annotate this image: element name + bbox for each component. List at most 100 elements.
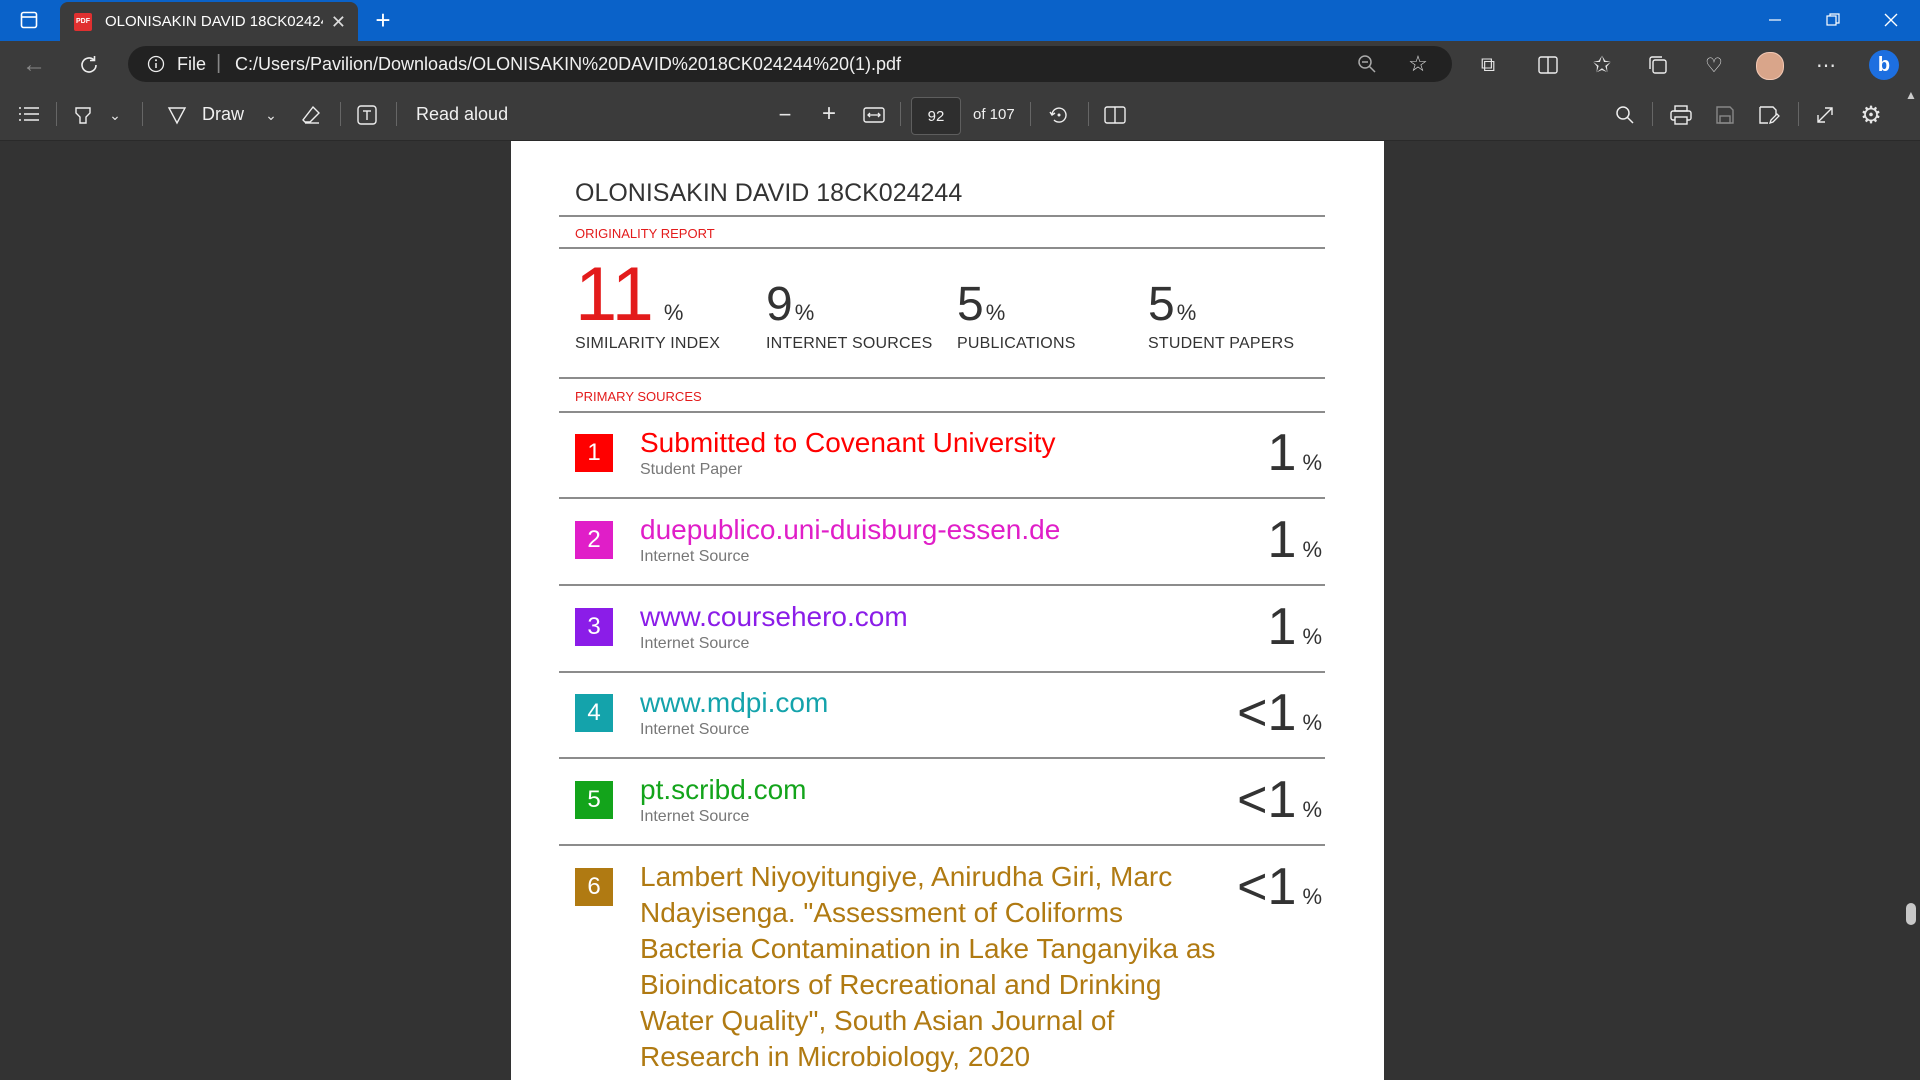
rotate-icon[interactable] <box>1046 102 1072 128</box>
draw-dropdown-icon[interactable]: ⌄ <box>262 104 280 126</box>
save-as-icon[interactable] <box>1756 102 1782 128</box>
pdf-page: OLONISAKIN DAVID 18CK024244 ORIGINALITY … <box>511 141 1384 1080</box>
source-number-badge: 6 <box>575 868 613 906</box>
fit-to-width-icon[interactable] <box>860 102 888 128</box>
source-number-badge: 2 <box>575 521 613 559</box>
source-type: Internet Source <box>640 635 750 652</box>
scrollbar-thumb[interactable] <box>1906 903 1916 925</box>
draw-icon[interactable] <box>164 102 190 128</box>
save-icon[interactable] <box>1712 102 1738 128</box>
stat-value: 9% <box>766 278 815 331</box>
more-menu-icon[interactable]: ⋯ <box>1812 51 1840 79</box>
source-type: Student Paper <box>640 461 743 478</box>
close-tab-icon[interactable]: ✕ <box>331 12 346 33</box>
scroll-up-arrow-icon[interactable]: ▲ <box>1905 88 1917 102</box>
contents-icon[interactable] <box>16 103 42 125</box>
highlight-dropdown-icon[interactable]: ⌄ <box>106 104 124 126</box>
primary-sources-label: PRIMARY SOURCES <box>575 389 702 404</box>
divider <box>559 584 1325 586</box>
extensions-icon[interactable]: ⧉ <box>1474 51 1502 79</box>
address-url: C:/Users/Pavilion/Downloads/OLONISAKIN%2… <box>235 54 901 74</box>
back-icon[interactable]: ← <box>20 51 48 79</box>
divider <box>559 377 1325 379</box>
divider <box>559 497 1325 499</box>
address-input[interactable]: File | C:/Users/Pavilion/Downloads/OLONI… <box>128 46 1452 82</box>
erase-icon[interactable] <box>298 102 324 128</box>
stat-value: 5% <box>1148 278 1197 331</box>
source-title: pt.scribd.com <box>640 774 807 805</box>
profile-avatar[interactable] <box>1756 52 1784 80</box>
source-percentage: <1% <box>1237 684 1322 742</box>
new-tab-icon[interactable]: + <box>370 5 396 35</box>
toolbar-divider <box>340 102 341 126</box>
copilot-icon[interactable]: b <box>1869 50 1899 80</box>
tab-active-pdf[interactable]: PDF OLONISAKIN DAVID 18CK024244 ✕ <box>60 2 358 41</box>
toolbar-divider <box>900 102 901 126</box>
address-prefix: File <box>177 54 207 74</box>
restore-icon[interactable] <box>1818 8 1848 32</box>
pdf-file-icon: PDF <box>74 12 92 31</box>
zoom-out-icon[interactable] <box>1356 53 1378 75</box>
add-text-icon[interactable] <box>354 102 380 128</box>
source-title: www.coursehero.com <box>640 601 908 632</box>
source-title: duepublico.uni-duisburg-essen.de <box>640 514 1061 545</box>
source-percentage: 1% <box>1267 598 1322 656</box>
source-percentage: 1% <box>1267 511 1322 569</box>
split-screen-icon[interactable] <box>1534 51 1562 79</box>
stat-value: 5% <box>957 278 1006 331</box>
print-icon[interactable] <box>1668 102 1694 128</box>
source-type: Internet Source <box>640 721 750 738</box>
toolbar-divider <box>1088 102 1089 126</box>
stat-label: INTERNET SOURCES <box>766 335 933 352</box>
minimize-icon[interactable] <box>1760 8 1790 32</box>
close-window-icon[interactable] <box>1876 8 1906 32</box>
document-title: OLONISAKIN DAVID 18CK024244 <box>575 179 963 207</box>
divider <box>559 844 1325 846</box>
source-title: Submitted to Covenant University <box>640 427 1056 458</box>
page-count: of 107 <box>973 106 1015 123</box>
tab-actions-icon[interactable] <box>18 9 40 31</box>
draw-button[interactable]: Draw <box>202 104 244 125</box>
source-title: Lambert Niyoyitungiye, Anirudha Giri, Ma… <box>640 861 1216 1072</box>
toolbar-divider <box>1652 102 1653 126</box>
toolbar-divider <box>56 102 57 126</box>
source-number-badge: 3 <box>575 608 613 646</box>
divider <box>559 215 1325 217</box>
source-title: www.mdpi.com <box>640 687 829 718</box>
settings-gear-icon[interactable]: ⚙ <box>1857 101 1885 129</box>
divider <box>559 757 1325 759</box>
zoom-out-button-icon[interactable]: − <box>772 102 798 128</box>
highlight-icon[interactable] <box>70 102 96 128</box>
favorite-star-icon[interactable]: ☆ <box>1406 51 1430 76</box>
toolbar-divider <box>1030 102 1031 126</box>
zoom-in-button-icon[interactable]: + <box>816 100 842 127</box>
source-percentage: <1% <box>1237 771 1322 829</box>
source-number-badge: 5 <box>575 781 613 819</box>
toolbar-divider <box>1798 102 1799 126</box>
toolbar-divider <box>396 102 397 126</box>
divider <box>559 411 1325 413</box>
info-icon <box>146 54 166 74</box>
source-type: Internet Source <box>640 808 750 825</box>
source-type: Internet Source <box>640 548 750 565</box>
source-percentage: 1% <box>1267 424 1322 482</box>
source-number-badge: 4 <box>575 694 613 732</box>
collections-icon[interactable] <box>1644 51 1672 79</box>
stat-label: SIMILARITY INDEX <box>575 335 721 352</box>
fullscreen-icon[interactable] <box>1812 102 1838 128</box>
toolbar-divider <box>142 102 143 126</box>
source-number-badge: 1 <box>575 434 613 472</box>
favorites-icon[interactable]: ✩ <box>1588 51 1616 79</box>
originality-report-label: ORIGINALITY REPORT <box>575 226 715 241</box>
tab-title: OLONISAKIN DAVID 18CK024244 <box>105 13 323 30</box>
read-aloud-button[interactable]: Read aloud <box>416 104 508 125</box>
divider <box>559 247 1325 249</box>
refresh-icon[interactable] <box>74 50 104 80</box>
page-view-icon[interactable] <box>1102 102 1128 128</box>
title-bar: PDF OLONISAKIN DAVID 18CK024244 ✕ + <box>0 0 1920 41</box>
page-number-input[interactable]: 92 <box>911 97 961 135</box>
find-icon[interactable] <box>1612 102 1638 128</box>
stat-label: PUBLICATIONS <box>957 335 1076 352</box>
browser-essentials-icon[interactable]: ♡ <box>1700 51 1728 79</box>
stat-label: STUDENT PAPERS <box>1148 335 1295 352</box>
